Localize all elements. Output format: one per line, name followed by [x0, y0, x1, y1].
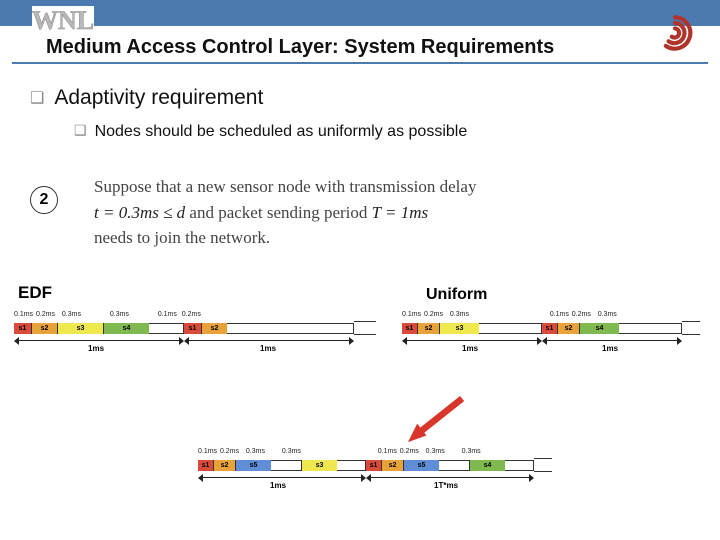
slot-s1: s1: [402, 323, 417, 334]
slot-s1: s1: [184, 323, 201, 334]
tick-label: 0.2ms: [220, 448, 244, 455]
tick-label: 0.1ms: [198, 448, 218, 455]
span-label: 1T*ms: [434, 481, 458, 490]
slot-s4: s4: [579, 323, 619, 334]
bullet-uniform-schedule: ❑ Nodes should be scheduled as uniformly …: [74, 122, 467, 141]
tick-label: 0.3ms: [426, 448, 460, 455]
bullet-square-icon: ❑: [74, 122, 87, 138]
slot-s1: s1: [14, 323, 31, 334]
slot-s3: s3: [57, 323, 103, 334]
tick-label: 0.3ms: [462, 448, 496, 455]
scenario-number-badge: 2: [30, 186, 58, 214]
scenario-line1: Suppose that a new sensor node with tran…: [94, 174, 476, 200]
tick-label: 0.3ms: [282, 448, 316, 455]
tick-label: 0.2ms: [36, 311, 60, 318]
slot-s2: s2: [31, 323, 57, 334]
slot-s1: s1: [542, 323, 557, 334]
top-bar: [0, 0, 720, 26]
tick-label: 0.2ms: [182, 311, 204, 318]
tick-label: 0.1ms: [402, 311, 422, 318]
slot-s5: s5: [403, 460, 439, 471]
slot-s1: s1: [198, 460, 213, 471]
tick-label: 0.1ms: [158, 311, 180, 318]
uniform-timeline: 0.1ms 0.2ms 0.3ms 0.1ms 0.2ms 0.3ms s1 s…: [402, 311, 702, 347]
red-arrow-icon: [404, 394, 470, 448]
span-label: 1ms: [260, 344, 276, 353]
tick-label: 0.3ms: [62, 311, 108, 318]
slot-s5: s5: [235, 460, 271, 471]
tick-label: 0.2ms: [424, 311, 448, 318]
tick-label: 0.1ms: [14, 311, 34, 318]
edf-label: EDF: [18, 283, 52, 303]
scenario-line3: needs to join the network.: [94, 225, 476, 251]
scenario-line2: t = 0.3ms ≤ d and packet sending period …: [94, 200, 476, 226]
wnl-logo-text: WNL: [32, 6, 94, 36]
scenario-text: Suppose that a new sensor node with tran…: [94, 174, 476, 251]
tick-label: 0.3ms: [246, 448, 280, 455]
bullet-adaptivity: ❑ Adaptivity requirement: [30, 86, 263, 110]
uniform-label: Uniform: [426, 286, 487, 304]
slot-s4: s4: [103, 323, 149, 334]
slot-s3: s3: [301, 460, 337, 471]
slot-s4: s4: [469, 460, 505, 471]
span-label: 1ms: [88, 344, 104, 353]
slot-s2: s2: [417, 323, 439, 334]
slot-s2: s2: [201, 323, 227, 334]
bullet-text: Nodes should be scheduled as uniformly a…: [95, 123, 468, 140]
bullet-text: Adaptivity requirement: [54, 86, 263, 109]
slot-s2: s2: [381, 460, 403, 471]
tick-label: 0.2ms: [572, 311, 596, 318]
slot-s3: s3: [439, 323, 479, 334]
slot-s2: s2: [213, 460, 235, 471]
bullet-square-icon: ❑: [30, 90, 44, 107]
tick-label: 0.1ms: [378, 448, 398, 455]
edf-timeline: 0.1ms 0.2ms 0.3ms 0.3ms 0.1ms 0.2ms s1 s…: [14, 311, 374, 347]
span-label: 1ms: [462, 344, 478, 353]
slot-s1: s1: [366, 460, 381, 471]
slide-title: Medium Access Control Layer: System Requ…: [46, 36, 646, 59]
span-label: 1ms: [602, 344, 618, 353]
tick-label: 0.2ms: [400, 448, 424, 455]
tick-label: 0.3ms: [450, 311, 490, 318]
spiral-logo-icon: [652, 10, 698, 56]
tick-label: 0.3ms: [110, 311, 156, 318]
result-timeline: 0.1ms 0.2ms 0.3ms 0.3ms 0.1ms 0.2ms 0.3m…: [198, 448, 558, 484]
title-underline: [12, 62, 708, 64]
span-label: 1ms: [270, 481, 286, 490]
tick-label: 0.3ms: [598, 311, 638, 318]
slot-s2: s2: [557, 323, 579, 334]
tick-label: 0.1ms: [550, 311, 570, 318]
